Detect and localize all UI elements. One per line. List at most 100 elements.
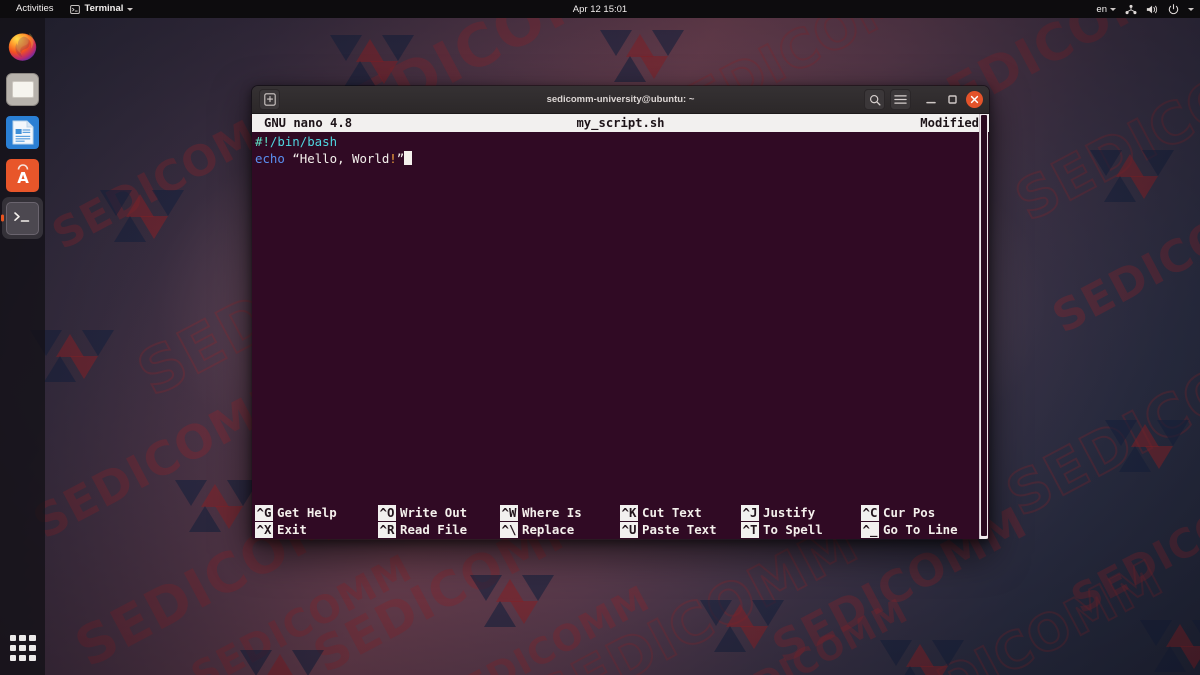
grid-apps-icon <box>29 635 36 642</box>
wallpaper-triangle <box>370 61 398 84</box>
shortcut-item[interactable]: ^X Exit <box>255 521 378 538</box>
wallpaper-triangle <box>496 579 524 602</box>
network-icon[interactable] <box>1125 4 1137 15</box>
dock-item-firefox[interactable] <box>2 25 43 67</box>
wallpaper-triangle <box>1116 154 1144 177</box>
shortcut-label: Cur Pos <box>883 505 936 520</box>
shortcut-column: ^J Justify ^T To Spell <box>741 503 861 539</box>
search-icon[interactable] <box>864 89 885 110</box>
chevron-down-icon <box>1110 7 1116 11</box>
grid-apps-icon <box>19 635 26 642</box>
keyboard-layout-indicator[interactable]: en <box>1096 4 1116 15</box>
dock-item-writer[interactable] <box>2 111 43 153</box>
shortcut-column: ^W Where Is ^\ Replace <box>500 503 620 539</box>
dock: A <box>0 18 45 675</box>
clock-label: Apr 12 15:01 <box>572 3 628 15</box>
shortcut-key: ^_ <box>861 521 879 538</box>
power-icon[interactable] <box>1168 3 1179 15</box>
wallpaper-triangle <box>932 640 964 666</box>
chevron-down-icon[interactable] <box>1188 7 1194 11</box>
wallpaper-triangle <box>1145 446 1173 469</box>
shortcut-item[interactable]: ^R Read File <box>378 521 500 538</box>
shortcut-label: To Spell <box>763 522 823 537</box>
dock-item-files[interactable] <box>2 68 43 110</box>
shortcut-label: Read File <box>400 522 468 537</box>
shortcut-label: Replace <box>522 522 575 537</box>
nano-modified-status: Modified <box>920 116 979 130</box>
grid-apps-icon <box>19 644 26 652</box>
shortcut-item[interactable]: ^K Cut Text <box>620 504 741 521</box>
wallpaper-triangle <box>292 650 324 675</box>
system-tray[interactable]: en <box>1096 0 1194 18</box>
maximize-icon[interactable] <box>944 91 961 108</box>
shortcut-key: ^U <box>620 521 638 538</box>
scrollbar-thumb[interactable] <box>981 115 987 536</box>
wallpaper-triangle <box>906 644 934 667</box>
code-line: #!/bin/bash <box>255 133 989 150</box>
window-titlebar[interactable]: sedicomm-university@ubuntu: ~ <box>252 86 989 114</box>
wallpaper-triangle <box>56 334 84 357</box>
nano-text-area[interactable]: #!/bin/bash echo “Hello, World!” <box>252 132 989 167</box>
shortcut-item[interactable]: ^J Justify <box>741 504 861 521</box>
close-icon[interactable] <box>966 91 983 108</box>
shortcut-item[interactable]: ^O Write Out <box>378 504 500 521</box>
code-token: echo <box>255 151 293 166</box>
wallpaper-triangle <box>1130 176 1158 199</box>
shortcut-item[interactable]: ^G Get Help <box>255 504 378 521</box>
wallpaper-triangle <box>356 39 384 62</box>
shortcut-key: ^T <box>741 521 759 538</box>
firefox-icon <box>6 30 39 63</box>
shortcut-item[interactable]: ^C Cur Pos <box>861 504 981 521</box>
hamburger-menu-icon[interactable] <box>890 89 911 110</box>
nano-title-bar: GNU nano 4.8 my_script.sh Modified <box>252 114 989 132</box>
nano-filename: my_script.sh <box>576 116 665 130</box>
dock-item-software[interactable]: A <box>2 154 43 196</box>
wallpaper-triangle <box>382 35 414 61</box>
dock-item-terminal[interactable] <box>2 197 43 239</box>
new-terminal-icon[interactable] <box>259 89 280 110</box>
wallpaper-triangle <box>640 56 668 79</box>
wallpaper-triangle <box>1157 420 1189 446</box>
shortcut-key: ^X <box>255 521 273 538</box>
terminal-window: sedicomm-university@ubuntu: ~ GNU nano 4… <box>251 85 990 540</box>
wallpaper-triangle <box>82 330 114 356</box>
activities-button[interactable]: Activities <box>7 0 62 18</box>
top-panel: Activities Terminal Apr 12 15:01 en <box>0 0 1200 18</box>
shortcut-item[interactable]: ^T To Spell <box>741 521 861 538</box>
svg-text:A: A <box>17 169 29 187</box>
clock[interactable]: Apr 12 15:01 <box>0 4 1200 15</box>
grid-apps-icon <box>19 654 26 661</box>
shortcut-item[interactable]: ^_ Go To Line <box>861 521 981 538</box>
wallpaper-triangle <box>652 30 684 56</box>
wallpaper-triangle <box>1166 624 1194 647</box>
shortcut-key: ^C <box>861 504 879 521</box>
shortcut-key: ^G <box>255 504 273 521</box>
terminal-scrollbar[interactable] <box>979 114 988 539</box>
minimize-icon[interactable] <box>922 91 939 108</box>
shortcut-label: Write Out <box>400 505 468 520</box>
terminal-icon <box>6 201 39 235</box>
text-cursor <box>404 151 413 165</box>
shortcut-column: ^G Get Help ^X Exit <box>255 503 378 539</box>
volume-icon[interactable] <box>1146 4 1159 15</box>
keyboard-layout-label: en <box>1096 3 1107 15</box>
chevron-down-icon <box>127 7 134 11</box>
nano-editor[interactable]: GNU nano 4.8 my_script.sh Modified #!/bi… <box>252 114 989 539</box>
app-menu-terminal[interactable]: Terminal <box>62 0 141 18</box>
shortcut-column: ^K Cut Text ^U Paste Text <box>620 503 741 539</box>
shortcut-key: ^R <box>378 521 396 538</box>
shortcut-item[interactable]: ^W Where Is <box>500 504 620 521</box>
shortcut-item[interactable]: ^\ Replace <box>500 521 620 538</box>
shortcut-item[interactable]: ^U Paste Text <box>620 521 741 538</box>
shortcut-key: ^O <box>378 504 396 521</box>
grid-apps-icon <box>29 644 36 652</box>
wallpaper-triangle <box>201 484 229 507</box>
shortcut-column: ^C Cur Pos ^_ Go To Line <box>861 503 981 539</box>
wallpaper-triangle <box>510 601 538 624</box>
wallpaper-triangle <box>522 575 554 601</box>
shortcut-key: ^J <box>741 504 759 521</box>
show-applications-button[interactable] <box>9 635 36 661</box>
wallpaper-watermark: SEDICOMM <box>994 297 1200 531</box>
grid-apps-icon <box>9 644 16 652</box>
files-folder-icon <box>6 72 39 106</box>
